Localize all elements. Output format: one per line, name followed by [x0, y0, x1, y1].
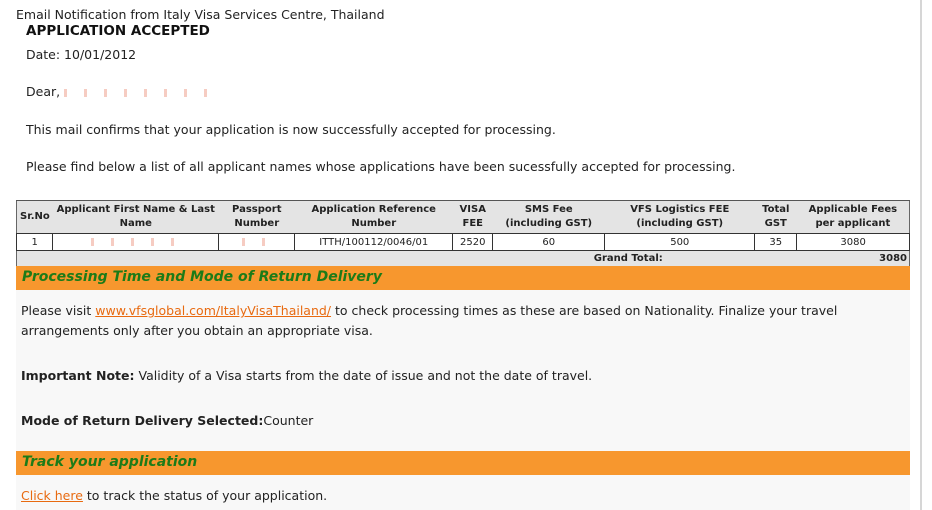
applications-table: Sr.No Applicant First Name & Last Name P…: [15, 200, 910, 267]
table-row: 1 ITTH/100112/0046/01 2520 60 500 35 308…: [15, 233, 910, 251]
header-passport: Passport Number: [232, 204, 282, 229]
confirmation-paragraph: This mail confirms that your application…: [26, 122, 556, 137]
cell-sms-fee: 60: [492, 233, 606, 251]
header-reference: Application Reference Number: [311, 204, 436, 229]
grand-total-row: Grand Total: 3080: [16, 250, 910, 267]
processing-visit-text: Please visit www.vfsglobal.com/ItalyVisa…: [21, 301, 901, 341]
page-title: APPLICATION ACCEPTED: [26, 23, 210, 39]
header-vfs-fee: VFS Logistics FEE (including GST): [630, 204, 730, 229]
scrollbar-edge: [920, 0, 922, 510]
header-srno: Sr.No: [20, 211, 50, 222]
track-heading: Track your application: [22, 454, 198, 470]
processing-heading: Processing Time and Mode of Return Deliv…: [22, 269, 382, 285]
header-name: Applicant First Name & Last Name: [56, 204, 215, 229]
grand-total-label: Grand Total:: [16, 250, 797, 267]
important-note-text: Validity of a Visa starts from the date …: [134, 368, 593, 383]
notification-title: Email Notification from Italy Visa Servi…: [16, 7, 385, 22]
track-suffix: to track the status of your application.: [82, 488, 328, 503]
header-total-gst: Total GST: [762, 204, 790, 229]
return-delivery-mode: Mode of Return Delivery Selected:Counter: [21, 411, 901, 431]
processing-section-header: Processing Time and Mode of Return Deliv…: [16, 266, 910, 290]
return-delivery-value: Counter: [263, 413, 314, 428]
cell-applicable-fees: 3080: [796, 233, 910, 251]
visit-prefix: Please visit: [21, 303, 96, 318]
greeting: Dear,: [26, 84, 61, 99]
header-sms-fee: SMS Fee (including GST): [505, 204, 593, 229]
vfs-global-link[interactable]: www.vfsglobal.com/ItalyVisaThailand/: [95, 303, 331, 318]
cell-passport: [218, 233, 296, 251]
table-header-row: Sr.No Applicant First Name & Last Name P…: [16, 200, 910, 234]
applicants-paragraph: Please find below a list of all applican…: [26, 159, 736, 174]
cell-vfs-fee: 500: [604, 233, 756, 251]
cell-reference: ITTH/100112/0046/01: [294, 233, 454, 251]
grand-total-value: 3080: [796, 250, 910, 267]
header-applicable-fees: Applicable Fees per applicant: [808, 204, 898, 229]
date-line: Date: 10/01/2012: [26, 47, 137, 62]
greeting-line: Dear,: [26, 84, 215, 99]
cell-name: [52, 233, 220, 251]
redacted-name: [64, 88, 215, 97]
cell-srno: 1: [15, 233, 54, 251]
cell-total-gst: 35: [754, 233, 798, 251]
important-note: Important Note: Validity of a Visa start…: [21, 366, 901, 386]
track-click-here-link[interactable]: Click here: [21, 488, 83, 503]
return-delivery-label: Mode of Return Delivery Selected:: [21, 413, 264, 428]
important-note-label: Important Note:: [21, 368, 135, 383]
track-section-header: Track your application: [16, 451, 910, 475]
cell-visa-fee: 2520: [452, 233, 494, 251]
track-text: Click here to track the status of your a…: [21, 486, 901, 506]
header-visa-fee: VISA FEE: [459, 204, 486, 229]
